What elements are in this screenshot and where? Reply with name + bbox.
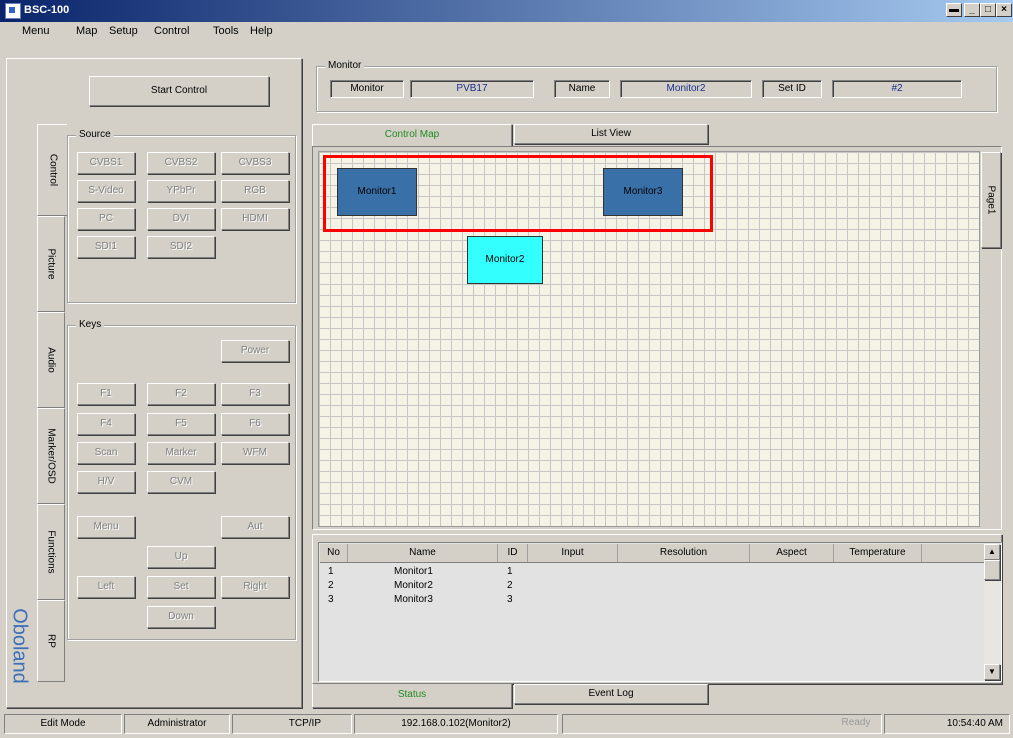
f5-button[interactable]: F5 <box>147 413 215 435</box>
monitor-group-label: Monitor <box>325 60 365 71</box>
col-name[interactable]: Name <box>348 544 498 562</box>
power-button[interactable]: Power <box>221 340 289 362</box>
tab-marker-osd[interactable]: Marker/OSD <box>37 408 65 504</box>
status-user: Administrator <box>124 714 230 734</box>
col-resolution[interactable]: Resolution <box>618 544 750 562</box>
monitor-label: Monitor <box>330 80 404 98</box>
status-address: 192.168.0.102(Monitor2) <box>354 714 558 734</box>
tab-audio[interactable]: Audio <box>37 312 65 408</box>
sdi1-button[interactable]: SDI1 <box>77 236 135 258</box>
col-id[interactable]: ID <box>498 544 528 562</box>
table-row[interactable]: 3 Monitor3 3 <box>320 594 984 607</box>
monitor1-node[interactable]: Monitor1 <box>337 168 417 216</box>
right-button[interactable]: Right <box>221 576 289 598</box>
title-bar: BSC-100 ▬ _ □ × <box>0 0 1013 22</box>
menu-item-menu[interactable]: Menu <box>22 25 50 37</box>
tab-rp[interactable]: RP <box>37 600 65 682</box>
sdi2-button[interactable]: SDI2 <box>147 236 215 258</box>
col-input[interactable]: Input <box>528 544 618 562</box>
menu-item-map[interactable]: Map <box>76 25 97 37</box>
start-control-button[interactable]: Start Control <box>89 76 269 106</box>
menu-item-setup[interactable]: Setup <box>109 25 138 37</box>
ypbpr-button[interactable]: YPbPr <box>147 180 215 202</box>
status-table <box>318 542 1002 682</box>
menu-item-control[interactable]: Control <box>154 25 189 37</box>
status-time: 10:54:40 AM <box>884 714 1010 734</box>
close-icon[interactable]: × <box>996 3 1012 17</box>
menu-button[interactable]: Menu <box>77 516 135 538</box>
s-video-button[interactable]: S-Video <box>77 180 135 202</box>
f1-button[interactable]: F1 <box>77 383 135 405</box>
menu-item-tools[interactable]: Tools <box>213 25 239 37</box>
monitor2-node[interactable]: Monitor2 <box>467 236 543 284</box>
table-row[interactable]: 1 Monitor1 1 <box>320 566 984 579</box>
f3-button[interactable]: F3 <box>221 383 289 405</box>
hdmi-button[interactable]: HDMI <box>221 208 289 230</box>
minimize-icon[interactable]: _ <box>964 3 980 17</box>
restore-icon[interactable]: ▬ <box>946 3 962 17</box>
rgb-button[interactable]: RGB <box>221 180 289 202</box>
wfm-button[interactable]: WFM <box>221 442 289 464</box>
oboland-logo: Oboland <box>8 608 31 684</box>
status-mode: Edit Mode <box>4 714 122 734</box>
cvbs1-button[interactable]: CVBS1 <box>77 152 135 174</box>
tab-event-log[interactable]: Event Log <box>514 684 708 704</box>
col-aspect[interactable]: Aspect <box>750 544 834 562</box>
col-no[interactable]: No <box>320 544 348 562</box>
f2-button[interactable]: F2 <box>147 383 215 405</box>
marker-button[interactable]: Marker <box>147 442 215 464</box>
name-label: Name <box>554 80 610 98</box>
cvbs2-button[interactable]: CVBS2 <box>147 152 215 174</box>
hv-button[interactable]: H/V <box>77 471 135 493</box>
tab-functions[interactable]: Functions <box>37 504 65 600</box>
scroll-up-icon[interactable]: ▲ <box>984 544 1000 560</box>
set-id-field: #2 <box>832 80 962 98</box>
col-temperature[interactable]: Temperature <box>834 544 922 562</box>
f4-button[interactable]: F4 <box>77 413 135 435</box>
window-title: BSC-100 <box>24 4 70 16</box>
set-button[interactable]: Set <box>147 576 215 598</box>
keys-label: Keys <box>76 319 105 330</box>
tab-status[interactable]: Status <box>312 684 512 708</box>
monitor-model-field: PVB17 <box>410 80 534 98</box>
left-button[interactable]: Left <box>77 576 135 598</box>
tab-control-map[interactable]: Control Map <box>312 124 512 146</box>
monitor3-node[interactable]: Monitor3 <box>603 168 683 216</box>
table-scrollbar[interactable]: ▲ ▼ <box>984 544 1000 680</box>
cvbs3-button[interactable]: CVBS3 <box>221 152 289 174</box>
tab-list-view[interactable]: List View <box>514 124 708 144</box>
pc-button[interactable]: PC <box>77 208 135 230</box>
table-header: No Name ID Input Resolution Aspect Tempe… <box>320 544 984 563</box>
menu-bar: Menu Map Setup Control Tools Help <box>0 22 1013 40</box>
f6-button[interactable]: F6 <box>221 413 289 435</box>
scroll-down-icon[interactable]: ▼ <box>984 664 1000 680</box>
scan-button[interactable]: Scan <box>77 442 135 464</box>
up-button[interactable]: Up <box>147 546 215 568</box>
down-button[interactable]: Down <box>147 606 215 628</box>
source-label: Source <box>76 129 114 140</box>
status-ready: Ready <box>841 717 871 728</box>
cvm-button[interactable]: CVM <box>147 471 215 493</box>
app-icon <box>5 3 21 19</box>
maximize-icon[interactable]: □ <box>980 3 996 17</box>
aut-button[interactable]: Aut <box>221 516 289 538</box>
set-id-label: Set ID <box>762 80 822 98</box>
menu-item-help[interactable]: Help <box>250 25 273 37</box>
tab-page1[interactable]: Page1 <box>981 152 1001 248</box>
monitor-name-field: Monitor2 <box>620 80 752 98</box>
scroll-thumb[interactable] <box>984 560 1000 580</box>
tab-picture[interactable]: Picture <box>37 216 65 312</box>
table-row[interactable]: 2 Monitor2 2 <box>320 580 984 593</box>
tab-control[interactable]: Control <box>37 124 67 216</box>
dvi-button[interactable]: DVI <box>147 208 215 230</box>
status-protocol: TCP/IP <box>232 714 352 734</box>
